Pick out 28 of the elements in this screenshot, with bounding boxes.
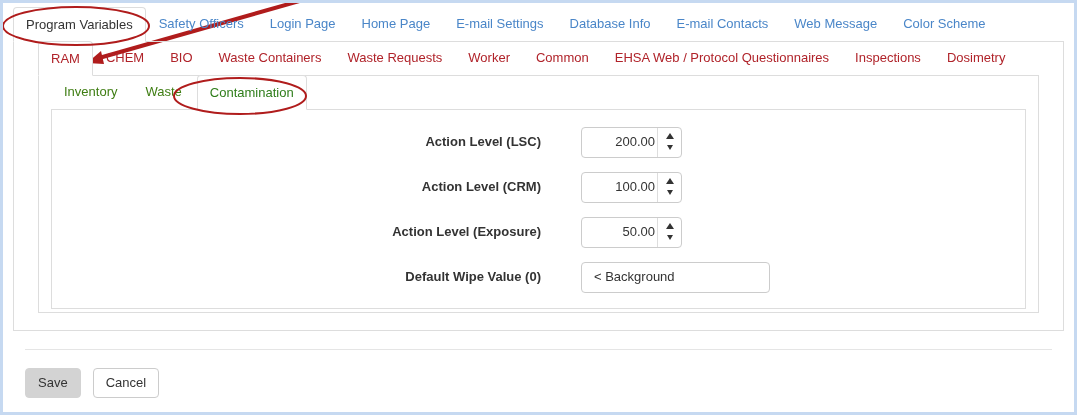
number-field[interactable]: 100.00 (581, 171, 682, 203)
text-field[interactable]: < Background (581, 261, 770, 293)
save-button[interactable]: Save (25, 368, 81, 398)
tab[interactable]: Common (523, 39, 602, 75)
tab[interactable]: E-mail Contacts (663, 5, 782, 41)
tab[interactable]: Login Page (256, 5, 349, 41)
tab[interactable]: Dosimetry (933, 39, 1019, 75)
field-label: Action Level (LSC) (424, 133, 541, 152)
number-field[interactable]: 200.00 (581, 126, 682, 158)
tab[interactable]: Color Scheme (890, 5, 999, 41)
tab[interactable]: Inventory (51, 73, 131, 109)
field-label: Action Level (CRM) (420, 178, 541, 197)
tab[interactable]: Inspections (842, 39, 934, 75)
number-field[interactable]: 50.00 (581, 216, 682, 248)
tab[interactable]: Worker (455, 39, 523, 75)
tab[interactable]: Home Page (348, 5, 444, 41)
tab[interactable]: Contamination (196, 74, 307, 110)
field-label: Default Wipe Value (0) (404, 268, 541, 287)
field-label: Action Level (Exposure) (391, 223, 541, 242)
tab[interactable]: BIO (157, 39, 206, 75)
tab[interactable]: Web Message (781, 5, 891, 41)
tab[interactable]: Waste Containers (205, 39, 335, 75)
tab[interactable]: Database Info (556, 5, 664, 41)
cancel-button[interactable]: Cancel (92, 368, 160, 398)
tab[interactable]: EHSA Web / Protocol Questionnaires (601, 39, 843, 75)
tab[interactable]: E-mail Settings (443, 5, 557, 41)
tab[interactable]: Program Variables (13, 6, 146, 42)
tab[interactable]: Waste Requests (334, 39, 456, 75)
